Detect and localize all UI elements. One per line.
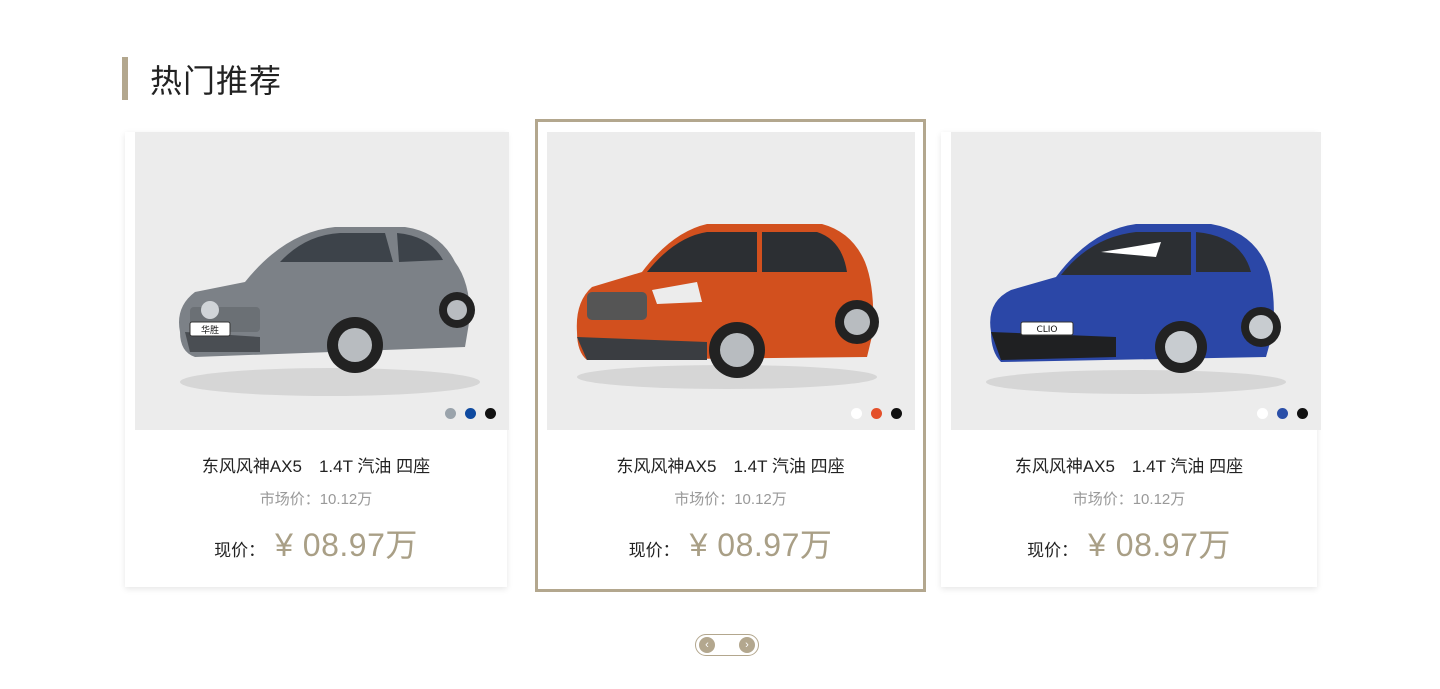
product-card[interactable]: CLIO 东风风神AX5 1.4T 汽油 四座 市场价：10.12万 现价： ¥… <box>941 132 1321 587</box>
market-price: 市场价：10.12万 <box>674 491 787 508</box>
current-price-row: 现价： ¥ 08.97万 <box>538 520 923 566</box>
car-image[interactable] <box>547 132 915 430</box>
current-price: ¥ 08.97万 <box>689 527 833 563</box>
section-header: 热门推荐 <box>122 57 282 100</box>
car-name[interactable]: 东风风神AX5 1.4T 汽油 四座 <box>941 452 1317 477</box>
swatch-color-2[interactable] <box>1277 408 1288 419</box>
color-swatches <box>445 408 496 419</box>
chevron-right-icon[interactable]: › <box>739 637 755 653</box>
car-image[interactable]: 华胜 <box>135 132 509 430</box>
color-swatches <box>851 408 902 419</box>
current-price-row: 现价： ¥ 08.97万 <box>125 520 507 566</box>
market-price: 市场价：10.12万 <box>259 491 373 508</box>
current-price: ¥ 08.97万 <box>1088 527 1231 563</box>
product-card[interactable]: 华胜 东风风神AX5 1.4T 汽油 四座 市场价：10.12万 现价： ¥ 0… <box>125 132 509 587</box>
current-price-row: 现价： ¥ 08.97万 <box>941 520 1317 566</box>
swatch-color-1[interactable] <box>445 408 456 419</box>
car-image[interactable]: CLIO <box>951 132 1321 430</box>
swatch-color-3[interactable] <box>891 408 902 419</box>
swatch-color-2[interactable] <box>465 408 476 419</box>
market-price: 市场价：10.12万 <box>1072 491 1186 508</box>
section-title: 热门推荐 <box>150 62 283 99</box>
swatch-color-1[interactable] <box>851 408 862 419</box>
color-swatches <box>1257 408 1308 419</box>
hatchback-car-icon: CLIO <box>986 224 1286 394</box>
suv-car-icon <box>576 224 879 389</box>
swatch-color-3[interactable] <box>485 408 496 419</box>
plate-text: CLIO <box>1036 325 1057 335</box>
car-name[interactable]: 东风风神AX5 1.4T 汽油 四座 <box>125 452 507 477</box>
coupe-car-icon: 华胜 <box>179 227 480 396</box>
product-card-active[interactable]: 东风风神AX5 1.4T 汽油 四座 市场价：10.12万 现价： ¥ 08.9… <box>535 119 926 592</box>
current-price-label: 现价： <box>628 541 680 560</box>
current-price-label: 现价： <box>214 541 266 560</box>
car-name[interactable]: 东风风神AX5 1.4T 汽油 四座 <box>538 452 923 477</box>
plate-text: 华胜 <box>201 324 219 336</box>
current-price-label: 现价： <box>1027 541 1079 560</box>
current-price: ¥ 08.97万 <box>275 527 418 563</box>
swatch-color-3[interactable] <box>1297 408 1308 419</box>
swatch-color-1[interactable] <box>1257 408 1268 419</box>
carousel-pager: ‹ › <box>695 634 759 656</box>
title-accent-bar <box>122 57 128 100</box>
swatch-color-2[interactable] <box>871 408 882 419</box>
chevron-left-icon[interactable]: ‹ <box>699 637 715 653</box>
